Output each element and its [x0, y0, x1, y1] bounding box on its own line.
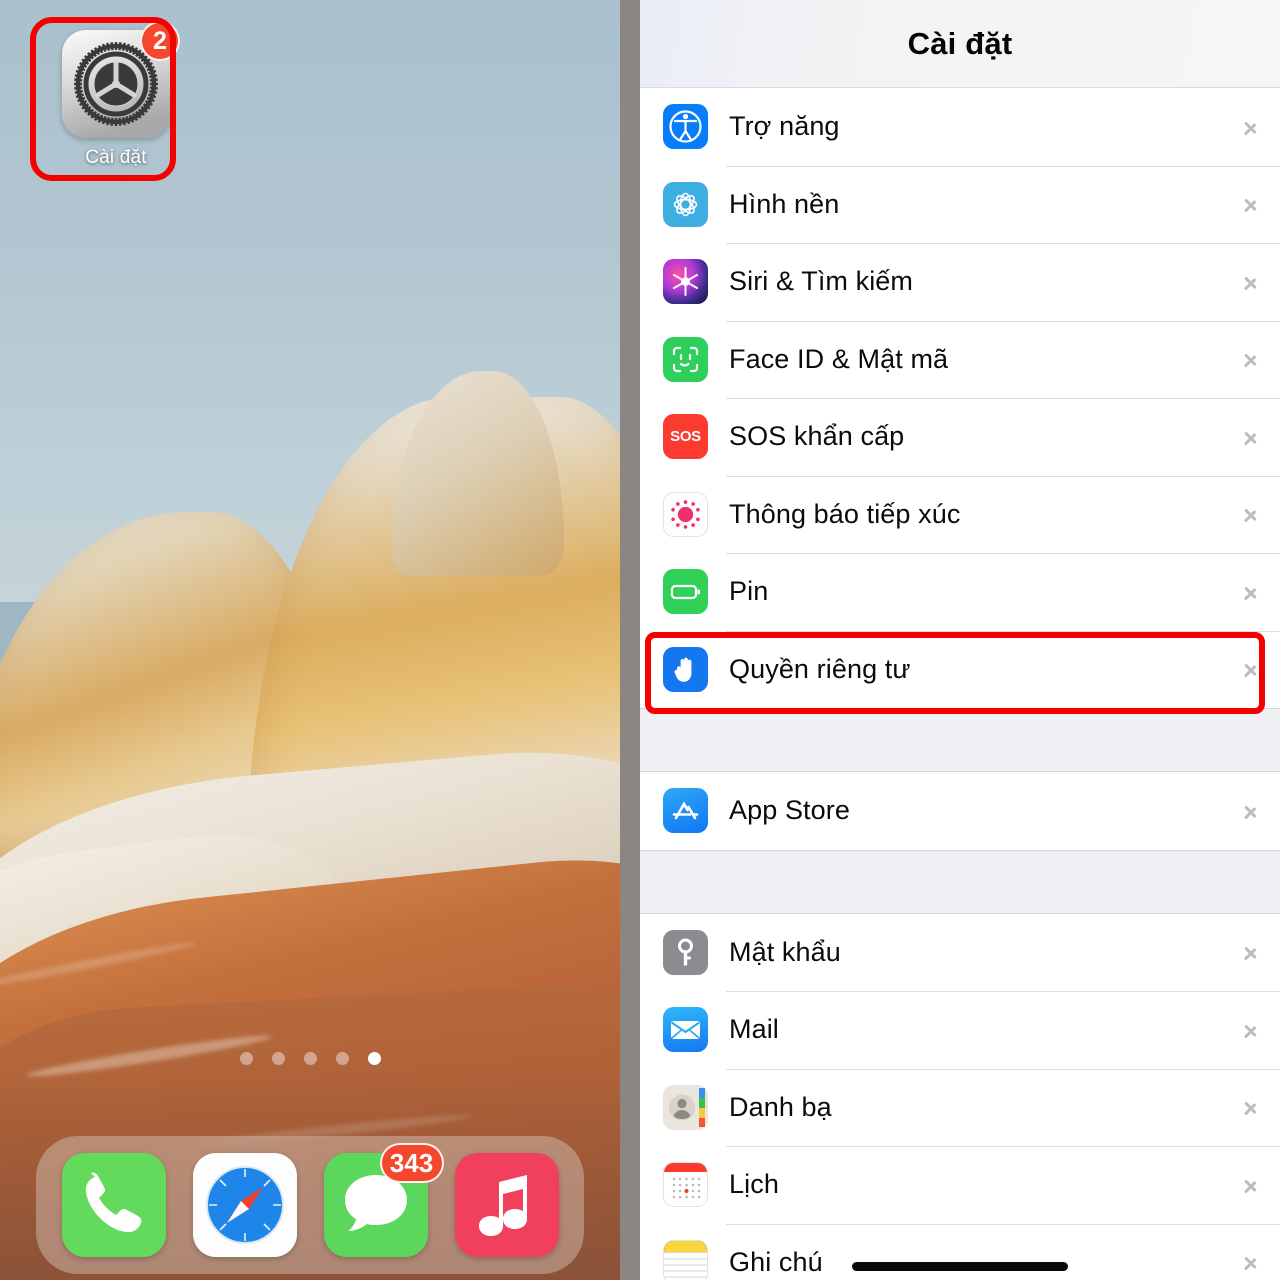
battery-icon [663, 569, 708, 615]
calendar-icon [663, 1162, 708, 1208]
settings-app-label: Cài đặt [85, 147, 147, 168]
wallpaper-white-pocket [0, 0, 620, 1280]
page-dot-active [367, 1052, 381, 1065]
chevron-right-icon [1244, 270, 1258, 294]
settings-row-label: Hình nền [729, 188, 840, 219]
settings-row-label: Thông báo tiếp xúc [729, 498, 961, 529]
settings-row-label: Siri & Tìm kiếm [729, 266, 914, 297]
dock-app-music[interactable] [454, 1153, 559, 1257]
compass-icon [192, 1153, 297, 1257]
sos-icon: SOS [663, 414, 708, 460]
settings-row-exposure-notifications[interactable]: Thông báo tiếp xúc [640, 475, 1280, 553]
settings-row-label: Danh bạ [729, 1091, 832, 1122]
chevron-right-icon [1244, 580, 1258, 604]
chevron-right-icon [1244, 115, 1258, 139]
music-note-icon [454, 1153, 559, 1257]
chevron-right-icon [1244, 1095, 1258, 1119]
settings-group-1: Trợ năng Hình nền Siri & Tìm kiếm Face I… [640, 88, 1280, 708]
accessibility-icon [663, 104, 708, 150]
settings-row-app-store[interactable]: App Store [640, 772, 1280, 850]
privacy-hand-icon [663, 646, 708, 692]
chevron-right-icon [1244, 1173, 1258, 1197]
settings-row-emergency-sos[interactable]: SOS SOS khẩn cấp [640, 398, 1280, 476]
settings-group-3: Mật khẩu Mail Danh bạ Lịch Ghi chú [640, 913, 1280, 1280]
settings-row-privacy[interactable]: Quyền riêng tư [640, 630, 1280, 708]
chevron-right-icon [1244, 347, 1258, 371]
settings-row-label: Trợ năng [729, 111, 840, 142]
navigation-bar: Cài đặt [640, 0, 1280, 88]
settings-row-passwords[interactable]: Mật khẩu [640, 913, 1280, 991]
chevron-right-icon [1244, 1018, 1258, 1042]
settings-row-label: Pin [729, 576, 769, 607]
settings-icon-wrap: 2 [62, 21, 180, 138]
app-store-icon [663, 788, 708, 834]
passwords-key-icon [663, 929, 708, 975]
settings-row-label: Mật khẩu [729, 936, 841, 967]
settings-row-label: Face ID & Mật mã [729, 343, 949, 374]
app-icon-settings[interactable]: 2 Cài đặt [42, 21, 190, 169]
settings-badge: 2 [140, 21, 180, 61]
iphone-home-screen: 2 Cài đặt 343 [0, 0, 620, 1280]
chevron-right-icon [1244, 192, 1258, 216]
settings-row-face-id[interactable]: Face ID & Mật mã [640, 320, 1280, 398]
settings-row-mail[interactable]: Mail [640, 991, 1280, 1069]
page-dots[interactable] [0, 1052, 620, 1065]
notes-icon [663, 1239, 708, 1280]
page-title: Cài đặt [907, 25, 1013, 61]
settings-row-label: Lịch [729, 1169, 779, 1200]
screenshot-root: 2 Cài đặt 343 Cài đặt Trợ năng Hình nền … [0, 0, 1280, 1280]
settings-row-wallpaper[interactable]: Hình nền [640, 165, 1280, 243]
dock-app-safari[interactable] [192, 1153, 297, 1257]
contacts-icon [663, 1084, 708, 1130]
settings-row-notes[interactable]: Ghi chú [640, 1223, 1280, 1280]
chevron-right-icon [1244, 799, 1258, 823]
mail-envelope-icon [663, 1007, 708, 1053]
settings-row-calendar[interactable]: Lịch [640, 1146, 1280, 1224]
settings-row-siri-search[interactable]: Siri & Tìm kiếm [640, 243, 1280, 321]
siri-icon [663, 259, 708, 305]
chevron-right-icon [1244, 425, 1258, 449]
chevron-right-icon [1244, 940, 1258, 964]
home-indicator [852, 1262, 1068, 1271]
dock: 343 [36, 1136, 584, 1274]
chevron-right-icon [1244, 657, 1258, 681]
settings-list: Trợ năng Hình nền Siri & Tìm kiếm Face I… [640, 88, 1280, 1280]
dock-app-phone[interactable] [61, 1153, 166, 1257]
page-dot [335, 1052, 349, 1065]
settings-row-label: Quyền riêng tư [729, 653, 911, 684]
settings-group-separator [640, 708, 1280, 772]
settings-row-accessibility[interactable]: Trợ năng [640, 88, 1280, 166]
face-id-icon [663, 336, 708, 382]
phone-icon [61, 1153, 166, 1257]
page-dot [303, 1052, 317, 1065]
dock-app-messages[interactable]: 343 [323, 1143, 444, 1257]
settings-row-label: App Store [729, 795, 850, 826]
settings-row-contacts[interactable]: Danh bạ [640, 1068, 1280, 1146]
settings-row-label: Mail [729, 1014, 779, 1045]
page-dot [271, 1052, 285, 1065]
settings-group-separator [640, 849, 1280, 914]
settings-group-2: App Store [640, 772, 1280, 850]
settings-app: Cài đặt Trợ năng Hình nền Siri & Tìm kiế… [640, 0, 1280, 1280]
chevron-right-icon [1244, 502, 1258, 526]
page-dot [239, 1052, 253, 1065]
exposure-notification-icon [663, 491, 708, 537]
messages-badge: 343 [379, 1143, 444, 1183]
settings-row-label: SOS khẩn cấp [729, 421, 905, 452]
chevron-right-icon [1244, 1250, 1258, 1274]
settings-row-battery[interactable]: Pin [640, 553, 1280, 631]
wallpaper-icon [663, 181, 708, 227]
